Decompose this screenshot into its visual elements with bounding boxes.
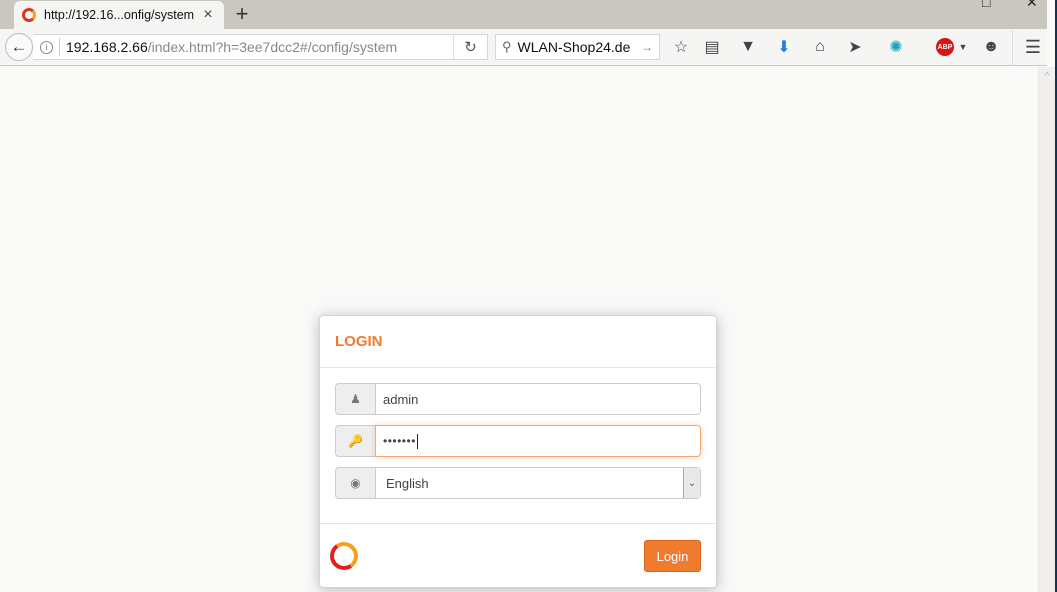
- home-icon[interactable]: ⌂: [810, 37, 830, 57]
- browser-tab[interactable]: http://192.16...onfig/system ×: [14, 1, 224, 29]
- url-separator: [59, 38, 60, 56]
- back-button[interactable]: ←: [5, 33, 33, 61]
- password-mask: •••••••: [383, 434, 416, 448]
- password-input[interactable]: •••••••: [375, 425, 701, 457]
- adblock-plus-icon: ABP: [936, 38, 954, 56]
- reading-list-icon[interactable]: ▤: [702, 37, 722, 57]
- username-group: ♟ admin: [335, 383, 701, 415]
- globe-icon: ◉: [335, 467, 375, 499]
- close-tab-icon[interactable]: ×: [200, 6, 216, 24]
- language-group: ◉ English ⌄: [335, 467, 701, 499]
- password-group: 🔑 •••••••: [335, 425, 701, 457]
- login-card: LOGIN ♟ admin 🔑 ••••••• ◉ English ⌄ Logi…: [319, 315, 717, 588]
- key-icon: 🔑: [335, 425, 375, 457]
- extension-icon[interactable]: ✺: [886, 37, 906, 57]
- vodafone-logo-icon: [327, 539, 361, 573]
- vodafone-favicon-icon: [22, 8, 36, 22]
- bookmark-star-icon[interactable]: ☆: [671, 37, 691, 57]
- search-icon: ⚲: [502, 39, 512, 54]
- login-footer: Login: [320, 524, 716, 588]
- close-window-button[interactable]: ✕: [1026, 0, 1038, 11]
- login-title: LOGIN: [335, 333, 383, 350]
- send-icon[interactable]: ➤: [845, 37, 865, 57]
- search-go-icon[interactable]: →: [641, 40, 653, 54]
- tab-bar: http://192.16...onfig/system × + □ ✕: [0, 0, 1047, 29]
- nav-bar: ← i 192.168.2.66 /index.html?h=3ee7dcc2#…: [0, 29, 1047, 66]
- maximize-button[interactable]: □: [982, 0, 990, 10]
- reload-icon: ↻: [464, 39, 477, 56]
- url-bar[interactable]: i 192.168.2.66 /index.html?h=3ee7dcc2#/c…: [33, 34, 488, 60]
- language-select[interactable]: English ⌄: [375, 467, 701, 499]
- adblock-dropdown-icon[interactable]: ▼: [953, 37, 973, 57]
- login-button[interactable]: Login: [644, 540, 701, 572]
- text-caret: [416, 433, 418, 449]
- login-form: ♟ admin 🔑 ••••••• ◉ English ⌄: [320, 368, 716, 524]
- url-path: /index.html?h=3ee7dcc2#/config/system: [147, 39, 398, 55]
- pocket-icon[interactable]: ▼: [738, 37, 758, 57]
- user-icon: ♟: [335, 383, 375, 415]
- username-input[interactable]: admin: [375, 383, 701, 415]
- arrow-left-icon: ←: [10, 37, 28, 56]
- search-input[interactable]: WLAN-Shop24.de: [518, 39, 641, 55]
- vertical-scrollbar[interactable]: ^: [1038, 67, 1055, 592]
- menu-icon[interactable]: ☰: [1023, 37, 1043, 57]
- url-host: 192.168.2.66: [66, 39, 148, 55]
- language-value: English: [386, 475, 429, 491]
- tab-title: http://192.16...onfig/system: [44, 8, 195, 22]
- info-icon[interactable]: i: [40, 40, 53, 54]
- new-tab-button[interactable]: +: [232, 3, 252, 25]
- download-icon[interactable]: ⬇: [774, 37, 794, 57]
- chat-icon[interactable]: ☻: [981, 37, 1001, 57]
- chevron-down-icon[interactable]: ⌄: [683, 468, 700, 498]
- toolbar-separator: [1012, 29, 1013, 65]
- search-bar[interactable]: ⚲ WLAN-Shop24.de →: [495, 34, 660, 60]
- scroll-up-icon[interactable]: ^: [1039, 71, 1055, 82]
- login-header: LOGIN: [320, 316, 716, 368]
- adblock-plus-button[interactable]: ABP: [935, 37, 955, 57]
- reload-button[interactable]: ↻: [453, 35, 487, 59]
